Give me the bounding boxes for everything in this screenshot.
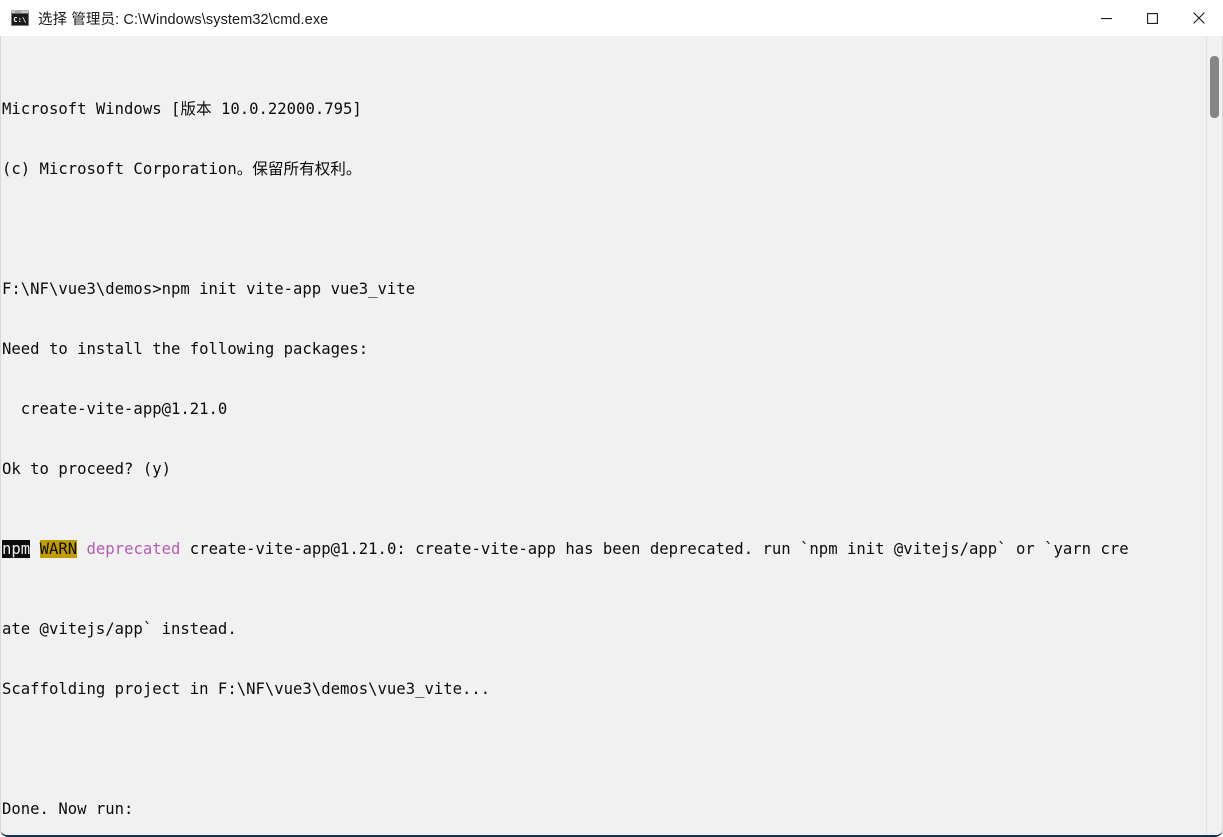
console-line: create-vite-app@1.21.0 xyxy=(2,400,228,418)
cmd-console-icon: C:\ xyxy=(11,10,29,26)
console-line: Need to install the following packages: xyxy=(2,340,369,358)
title-bar[interactable]: C:\ 选择 管理员: C:\Windows\system32\cmd.exe xyxy=(0,0,1223,36)
svg-text:C:\: C:\ xyxy=(13,15,26,24)
close-button[interactable] xyxy=(1175,0,1223,36)
console-text: Microsoft Windows [版本 10.0.22000.795] (c… xyxy=(1,36,1211,835)
console-line-warning: npm WARN deprecated create-vite-app@1.21… xyxy=(2,539,1211,559)
minimize-icon xyxy=(1100,17,1112,19)
console-line: ate @vitejs/app` instead. xyxy=(2,620,237,638)
maximize-icon xyxy=(1146,12,1158,24)
minimize-button[interactable] xyxy=(1083,0,1129,36)
cmd-window: C:\ 选择 管理员: C:\Windows\system32\cmd.exe xyxy=(0,0,1223,837)
warning-message: create-vite-app@1.21.0: create-vite-app … xyxy=(180,540,1129,558)
console-line: Scaffolding project in F:\NF\vue3\demos\… xyxy=(2,680,491,698)
title-bar-left: C:\ 选择 管理员: C:\Windows\system32\cmd.exe xyxy=(0,0,1083,36)
deprecated-tag: deprecated xyxy=(86,540,181,558)
console-line: Ok to proceed? (y) xyxy=(2,460,171,478)
window-title: 选择 管理员: C:\Windows\system32\cmd.exe xyxy=(38,11,329,28)
console-line: Microsoft Windows [版本 10.0.22000.795] xyxy=(2,100,362,118)
console-line-prompt: F:\NF\vue3\demos>npm init vite-app vue3_… xyxy=(2,280,416,298)
console-line: (c) Microsoft Corporation。保留所有权利。 xyxy=(2,160,362,178)
maximize-button[interactable] xyxy=(1129,0,1175,36)
scroll-thumb[interactable] xyxy=(1210,56,1219,118)
console-line: Done. Now run: xyxy=(2,800,134,818)
window-controls xyxy=(1083,0,1223,36)
npm-badge: npm xyxy=(2,540,31,558)
vertical-scrollbar[interactable] xyxy=(1206,36,1222,835)
console-output-area[interactable]: Microsoft Windows [版本 10.0.22000.795] (c… xyxy=(0,36,1223,835)
warn-badge: WARN xyxy=(39,540,78,558)
close-icon xyxy=(1193,12,1205,24)
